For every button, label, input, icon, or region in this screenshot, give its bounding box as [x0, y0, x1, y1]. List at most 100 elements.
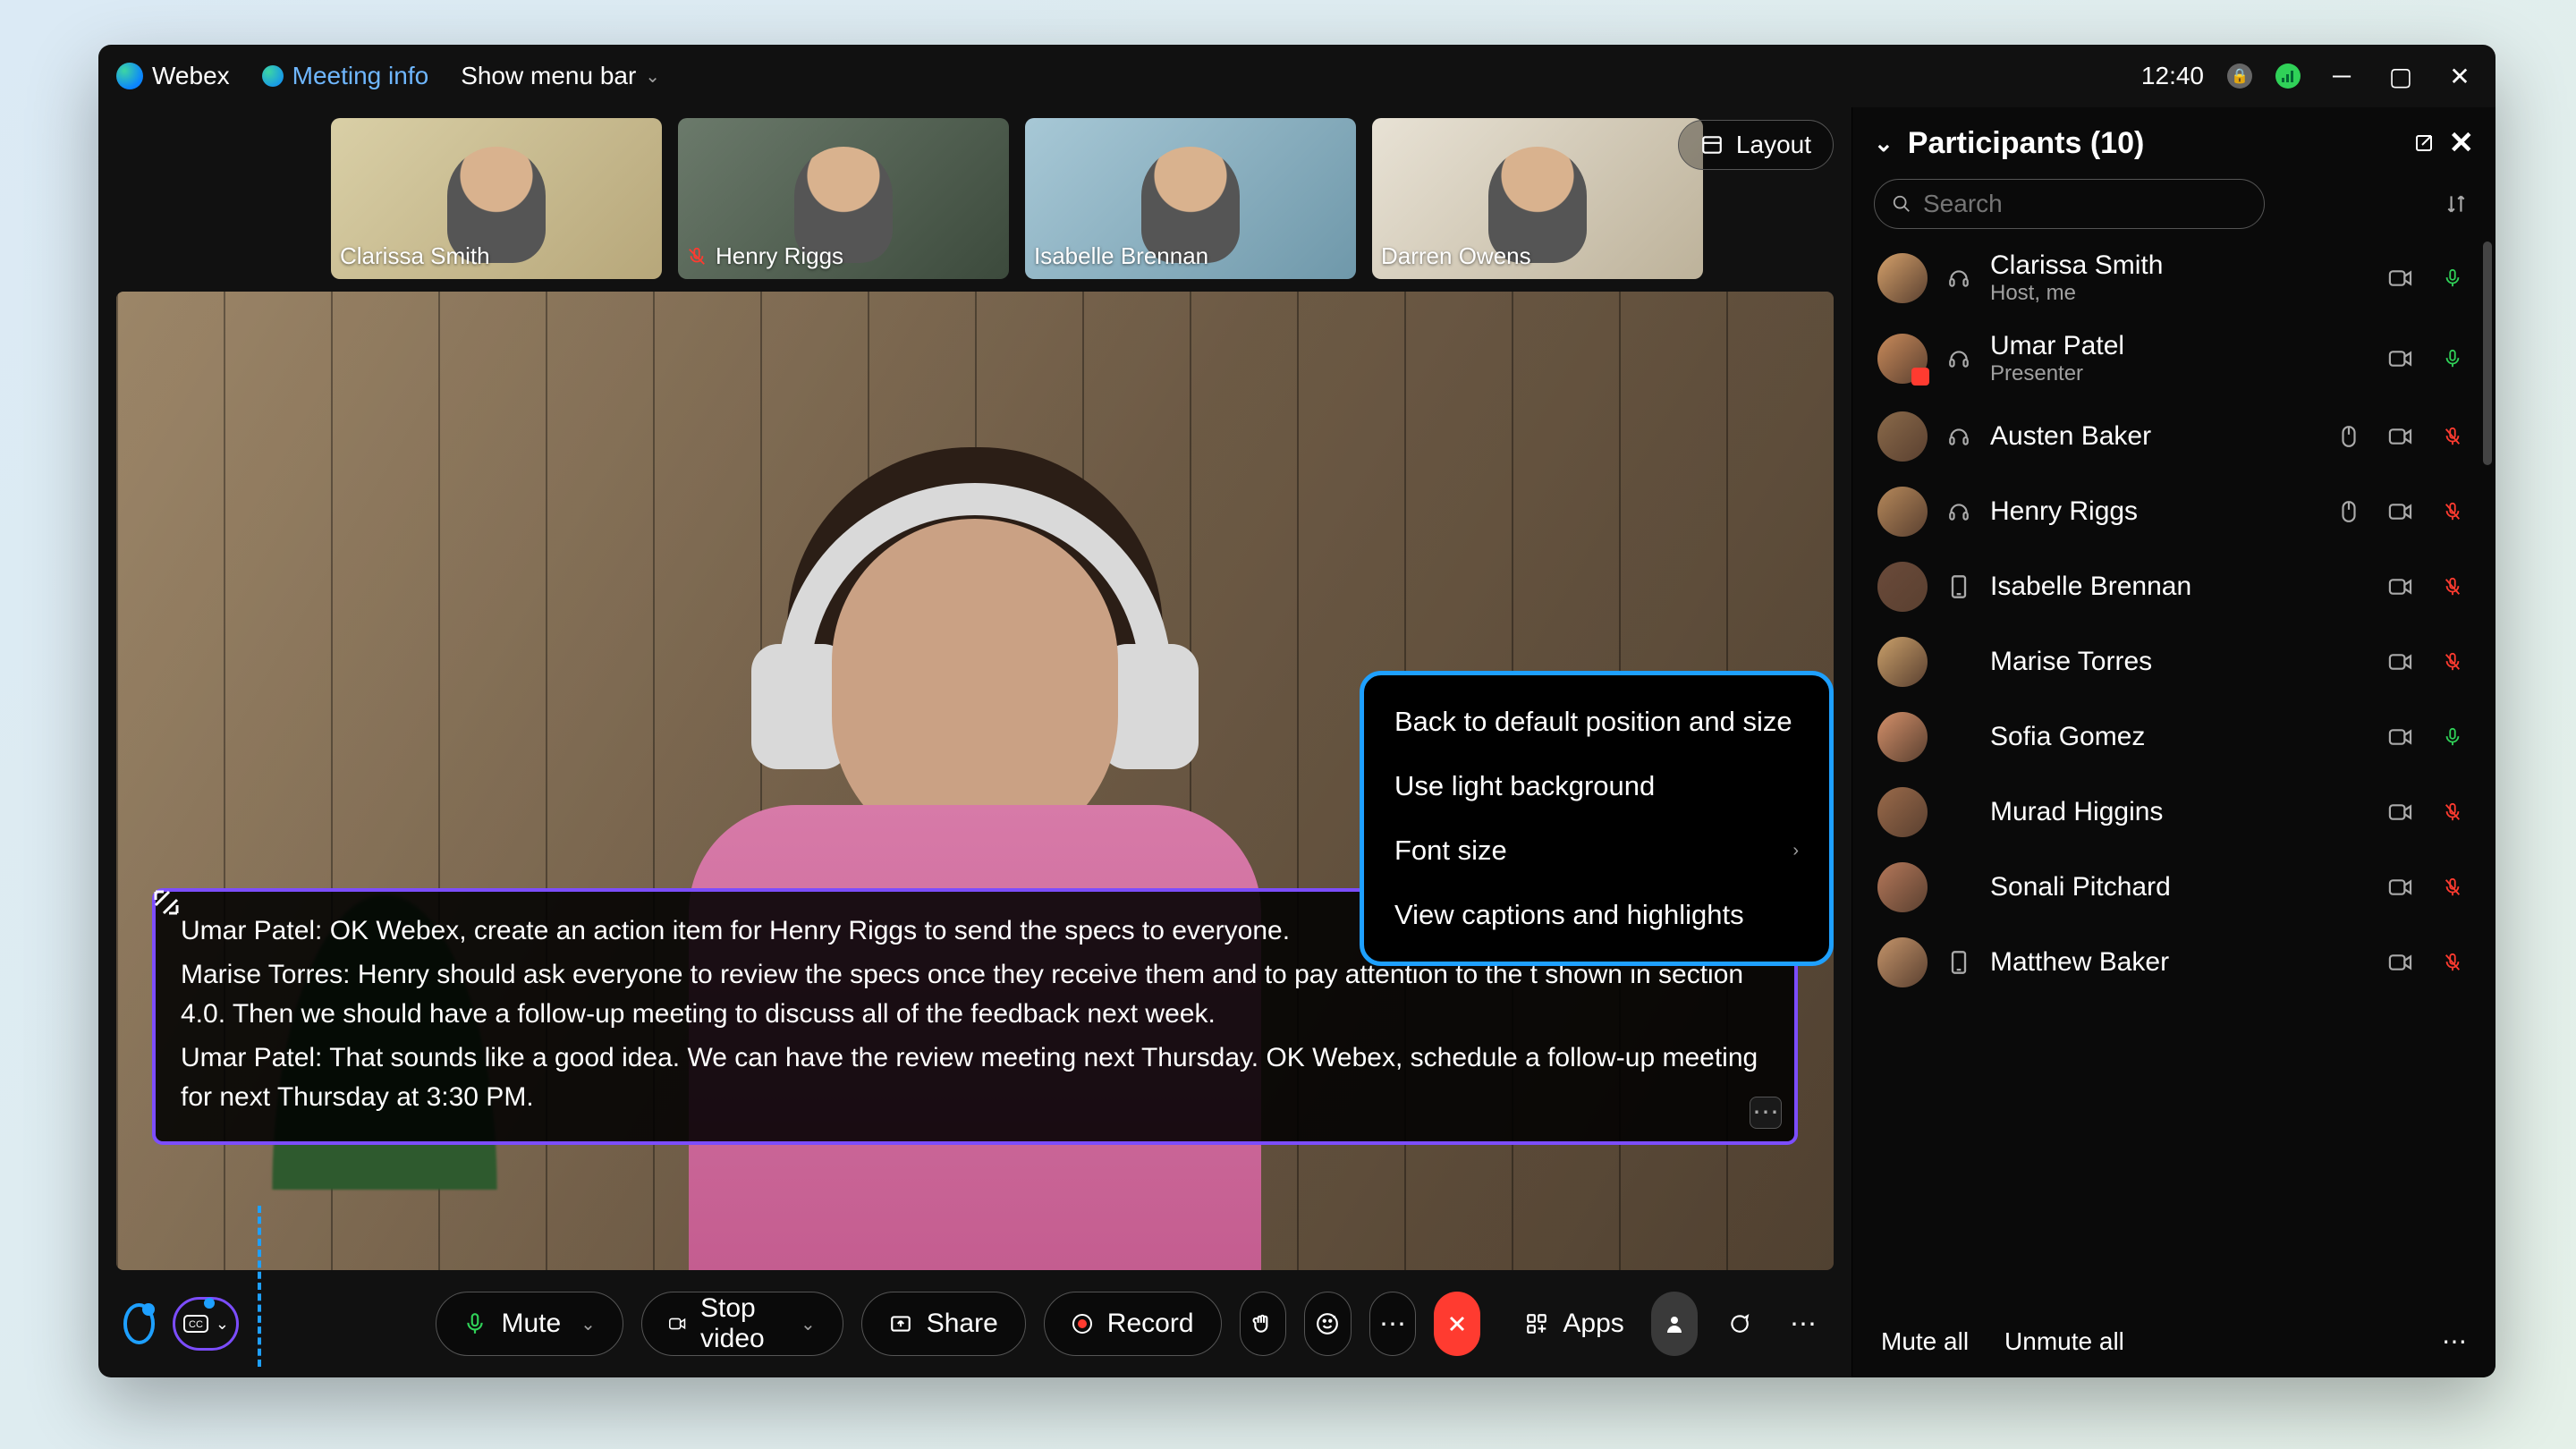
- participants-panel: ⌄ Participants (10) ✕: [1852, 107, 2496, 1377]
- stop-video-button[interactable]: Stop video ⌄: [641, 1292, 843, 1356]
- captions-context-menu: Back to default position and size Use li…: [1360, 671, 1834, 966]
- camera-icon[interactable]: [2383, 427, 2419, 446]
- assistant-button[interactable]: [123, 1303, 155, 1344]
- mic-status-icon[interactable]: [2435, 650, 2470, 674]
- avatar: [1877, 411, 1928, 462]
- participant-row[interactable]: Umar PatelPresenter: [1852, 318, 2496, 399]
- resize-handle-icon[interactable]: [150, 886, 186, 922]
- callout-line: [258, 1206, 261, 1367]
- device-icon: [1944, 267, 1974, 290]
- participants-more-button[interactable]: ⋯: [2442, 1326, 2467, 1356]
- participant-row[interactable]: Marise Torres: [1852, 624, 2496, 699]
- avatar: [1877, 637, 1928, 687]
- participant-row[interactable]: Clarissa SmithHost, me: [1852, 238, 2496, 318]
- participant-row[interactable]: Austen Baker: [1852, 399, 2496, 474]
- reactions-button[interactable]: [1304, 1292, 1352, 1356]
- device-icon: [1944, 950, 1974, 975]
- chat-button[interactable]: [1716, 1292, 1762, 1356]
- camera-icon[interactable]: [2383, 727, 2419, 747]
- participant-row[interactable]: Isabelle Brennan: [1852, 549, 2496, 624]
- thumbnail[interactable]: Clarissa Smith: [331, 118, 662, 279]
- thumb-name: Darren Owens: [1381, 242, 1531, 270]
- mic-status-icon[interactable]: [2435, 267, 2470, 290]
- popout-icon[interactable]: [2413, 132, 2435, 154]
- mic-status-icon[interactable]: [2435, 347, 2470, 370]
- avatar: [1877, 712, 1928, 762]
- participant-row[interactable]: Henry Riggs: [1852, 474, 2496, 549]
- participant-role: Presenter: [1990, 361, 2367, 386]
- network-icon[interactable]: [2275, 64, 2301, 89]
- participant-row[interactable]: Matthew Baker: [1852, 925, 2496, 1000]
- main-video: Umar Patel: OK Webex, create an action i…: [116, 292, 1834, 1270]
- participant-name: Murad Higgins: [1990, 797, 2367, 827]
- participant-row[interactable]: Sofia Gomez: [1852, 699, 2496, 775]
- mic-status-icon[interactable]: [2435, 500, 2470, 523]
- mute-button[interactable]: Mute ⌄: [436, 1292, 623, 1356]
- camera-icon[interactable]: [2383, 502, 2419, 521]
- camera-icon[interactable]: [2383, 268, 2419, 288]
- device-icon: [1944, 425, 1974, 448]
- avatar: [1877, 253, 1928, 303]
- participant-name: Clarissa Smith: [1990, 250, 2367, 281]
- raise-hand-button[interactable]: [1240, 1292, 1287, 1356]
- mic-status-icon[interactable]: [2435, 575, 2470, 598]
- menu-font-size[interactable]: Font size›: [1364, 818, 1829, 883]
- show-menubar-button[interactable]: Show menu bar ⌄: [461, 62, 660, 90]
- sort-button[interactable]: [2438, 186, 2474, 222]
- camera-icon[interactable]: [2383, 652, 2419, 672]
- search-input[interactable]: [1874, 179, 2265, 229]
- maximize-button[interactable]: ▢: [2383, 58, 2419, 94]
- record-icon: [1072, 1313, 1093, 1335]
- stop-video-label: Stop video: [700, 1293, 781, 1354]
- meeting-info-button[interactable]: Meeting info: [262, 62, 429, 90]
- camera-icon[interactable]: [2383, 953, 2419, 972]
- chevron-down-icon: ⌄: [801, 1313, 816, 1335]
- filmstrip: Clarissa Smith Henry Riggs Isabelle Bren…: [98, 107, 1852, 279]
- avatar: [1877, 334, 1928, 384]
- mic-status-icon[interactable]: [2435, 725, 2470, 749]
- camera-icon[interactable]: [2383, 349, 2419, 369]
- layout-button[interactable]: Layout: [1678, 120, 1834, 170]
- scrollbar[interactable]: [2483, 242, 2492, 465]
- chevron-down-icon: ⌄: [645, 65, 660, 88]
- end-call-button[interactable]: [1434, 1292, 1480, 1356]
- thumb-name: Henry Riggs: [716, 242, 843, 270]
- participants-list[interactable]: Clarissa SmithHost, meUmar PatelPresente…: [1852, 238, 2496, 1305]
- mic-status-icon[interactable]: [2435, 876, 2470, 899]
- participants-toggle-button[interactable]: [1651, 1292, 1698, 1356]
- camera-icon[interactable]: [2383, 877, 2419, 897]
- thumbnail[interactable]: Henry Riggs: [678, 118, 1009, 279]
- avatar: [1877, 787, 1928, 837]
- menu-back-default[interactable]: Back to default position and size: [1364, 690, 1829, 754]
- participant-row[interactable]: Murad Higgins: [1852, 775, 2496, 850]
- remote-control-icon: [2331, 425, 2367, 448]
- mic-status-icon[interactable]: [2435, 801, 2470, 824]
- record-button[interactable]: Record: [1044, 1292, 1222, 1356]
- apps-button[interactable]: Apps: [1516, 1292, 1632, 1356]
- share-button[interactable]: Share: [861, 1292, 1026, 1356]
- panel-more-button[interactable]: ⋯: [1780, 1292, 1826, 1356]
- menu-light-background[interactable]: Use light background: [1364, 754, 1829, 818]
- mute-all-button[interactable]: Mute all: [1881, 1327, 1969, 1356]
- participant-row[interactable]: Sonali Pitchard: [1852, 850, 2496, 925]
- record-label: Record: [1107, 1309, 1194, 1339]
- participant-name: Sofia Gomez: [1990, 722, 2367, 752]
- thumbnail[interactable]: Isabelle Brennan: [1025, 118, 1356, 279]
- mic-status-icon[interactable]: [2435, 951, 2470, 974]
- closed-captions-button[interactable]: CC ⌄: [173, 1297, 239, 1351]
- more-options-button[interactable]: ⋯: [1369, 1292, 1417, 1356]
- close-panel-icon[interactable]: ✕: [2449, 125, 2475, 161]
- cc-icon: CC: [183, 1315, 208, 1333]
- thumbnail[interactable]: Darren Owens: [1372, 118, 1703, 279]
- captions-more-button[interactable]: ⋯: [1750, 1097, 1782, 1129]
- camera-icon[interactable]: [2383, 802, 2419, 822]
- unmute-all-button[interactable]: Unmute all: [2004, 1327, 2124, 1356]
- collapse-icon[interactable]: ⌄: [1874, 130, 1894, 157]
- mic-status-icon[interactable]: [2435, 425, 2470, 448]
- menu-view-captions[interactable]: View captions and highlights: [1364, 883, 1829, 947]
- lock-icon[interactable]: 🔒: [2227, 64, 2252, 89]
- participant-name: Isabelle Brennan: [1990, 572, 2367, 602]
- camera-icon[interactable]: [2383, 577, 2419, 597]
- minimize-button[interactable]: ─: [2324, 58, 2360, 94]
- close-button[interactable]: ✕: [2442, 58, 2478, 94]
